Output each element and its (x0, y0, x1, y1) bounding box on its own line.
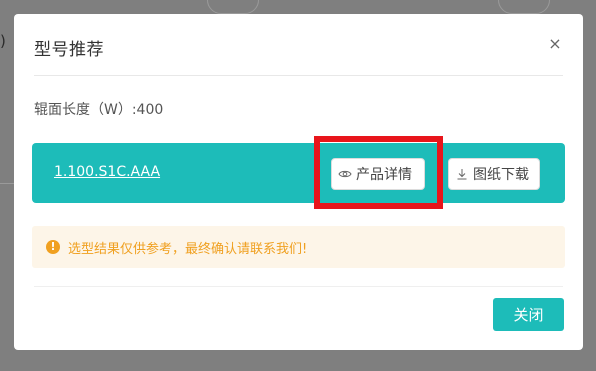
product-detail-button[interactable]: 产品详情 (331, 158, 425, 190)
background-text-fragment: ) (0, 32, 6, 50)
warning-text: 选型结果仅供参考，最终确认请联系我们! (68, 241, 308, 257)
warning-icon: ! (46, 240, 60, 254)
model-code-link[interactable]: 1.100.S1C.AAA (54, 164, 160, 180)
dialog-title: 型号推荐 (34, 40, 104, 60)
model-recommend-dialog: 型号推荐 × 辊面长度（W）:400 1.100.S1C.AAA 产品详情 图纸… (14, 14, 583, 350)
roller-length-label: 辊面长度（W）:400 (34, 102, 164, 118)
download-icon (457, 169, 467, 180)
drawing-download-label: 图纸下载 (473, 167, 529, 183)
warning-notice: ! 选型结果仅供参考，最终确认请联系我们! (32, 226, 565, 268)
close-icon[interactable]: × (547, 36, 563, 52)
header-divider (34, 75, 563, 76)
eye-icon (338, 170, 352, 178)
footer-divider (34, 286, 563, 287)
background-divider (0, 183, 14, 184)
background-tab (498, 0, 550, 14)
result-row: 1.100.S1C.AAA 产品详情 图纸下载 (32, 143, 565, 203)
close-button[interactable]: 关闭 (493, 298, 564, 331)
drawing-download-button[interactable]: 图纸下载 (448, 158, 540, 190)
product-detail-label: 产品详情 (356, 167, 412, 183)
background-tab (207, 0, 259, 14)
